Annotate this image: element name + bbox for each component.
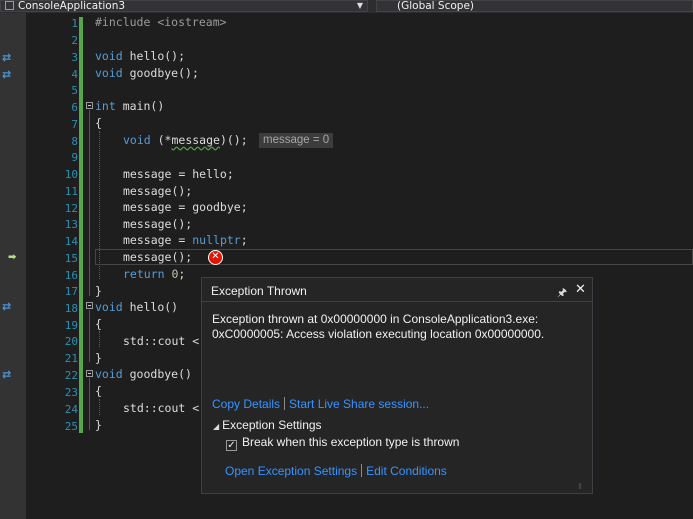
line-number: 16 [64, 269, 78, 282]
line-number: 15 [64, 252, 78, 265]
current-statement-arrow-icon: ➡ [8, 252, 17, 263]
line-number: 2 [71, 34, 78, 47]
inline-value-datatip[interactable]: message = 0 [259, 133, 334, 148]
link-separator [361, 464, 363, 477]
popup-actions: Copy Details Start Live Share session... [212, 397, 429, 411]
code-line-13: message(); [123, 217, 193, 231]
step-into-arrows-icon: ⇄ [2, 300, 12, 313]
project-icon [5, 1, 14, 10]
line-number: 4 [71, 68, 78, 81]
copy-details-link[interactable]: Copy Details [212, 397, 280, 411]
line-number: 23 [64, 386, 78, 399]
code-line-11: message(); [123, 184, 193, 198]
line-number: 13 [64, 218, 78, 231]
line-number: 25 [64, 420, 78, 433]
line-number: 5 [71, 84, 78, 97]
glyph-margin[interactable]: ⇄ ⇄ ➡ ⇄ ⇄ [0, 13, 26, 519]
collapse-triangle-icon: ◢ [213, 422, 220, 431]
line-number: 17 [64, 285, 78, 298]
line-number: 9 [71, 151, 78, 164]
code-line-10: message = hello; [123, 167, 234, 181]
edit-conditions-link[interactable]: Edit Conditions [366, 464, 447, 478]
step-into-arrows-icon: ⇄ [2, 51, 12, 64]
code-line-14: message = nullptr; [123, 233, 248, 247]
code-line-12: message = goodbye; [123, 200, 248, 214]
code-line-7: { [95, 116, 102, 130]
line-number: 21 [64, 352, 78, 365]
outline-guide [89, 310, 90, 362]
code-line-8: void (*message)(); [123, 133, 248, 147]
project-dropdown[interactable]: ConsoleApplication3 ▼ [0, 0, 368, 12]
line-number: 1 [71, 17, 78, 30]
code-line-16: return 0; [123, 267, 186, 281]
live-share-link[interactable]: Start Live Share session... [289, 397, 429, 411]
chevron-down-icon: ▼ [356, 1, 363, 10]
line-number: 7 [71, 118, 78, 131]
exception-settings-header[interactable]: ◢ Exception Settings [213, 418, 322, 432]
exception-message: Exception thrown at 0x00000000 in Consol… [212, 312, 545, 341]
code-line-22: void goodbye() [95, 367, 192, 381]
line-number: 24 [64, 403, 78, 416]
change-tracking-bar [79, 17, 83, 433]
break-when-thrown-row: ✓ Break when this exception type is throw… [226, 435, 460, 451]
outline-guide [89, 110, 90, 296]
collapse-goodbye-icon[interactable] [86, 370, 93, 377]
settings-actions: Open Exception Settings Edit Conditions [225, 464, 447, 478]
line-number: 8 [71, 135, 78, 148]
exception-thrown-popup: Exception Thrown 🖈 ✕ Exception thrown at… [201, 277, 593, 494]
popup-divider [202, 301, 592, 302]
code-line-6: int main() [95, 99, 165, 113]
popup-title: Exception Thrown [211, 284, 307, 298]
line-number: 12 [64, 202, 78, 215]
step-into-arrows-icon: ⇄ [2, 368, 12, 381]
navigation-bar: ConsoleApplication3 ▼ (Global Scope) [0, 0, 693, 13]
line-number: 11 [64, 185, 78, 198]
line-number: 6 [71, 101, 78, 114]
outline-guide [89, 378, 90, 430]
line-number: 10 [64, 168, 78, 181]
code-line-25: } [95, 418, 102, 432]
open-exception-settings-link[interactable]: Open Exception Settings [225, 464, 357, 478]
code-line-20: std::cout < [123, 334, 200, 348]
indent-guide [99, 399, 100, 415]
code-line-18: void hello() [95, 300, 179, 314]
error-icon[interactable]: ✕ [208, 250, 223, 265]
line-number: 22 [64, 369, 78, 382]
step-into-arrows-icon: ⇄ [2, 68, 12, 81]
code-line-1: #include <iostream> [95, 15, 227, 29]
line-number: 3 [71, 51, 78, 64]
code-line-24: std::cout < [123, 401, 200, 415]
collapse-hello-icon[interactable] [86, 302, 93, 309]
collapse-main-icon[interactable] [86, 102, 93, 109]
code-line-15: message(); [123, 250, 193, 264]
code-line-23: { [95, 384, 102, 398]
link-separator [284, 397, 286, 410]
code-line-3: void hello(); [95, 49, 186, 63]
code-line-4: void goodbye(); [95, 66, 199, 80]
code-line-19: { [95, 317, 102, 331]
close-icon[interactable]: ✕ [575, 282, 586, 297]
line-number: 14 [64, 235, 78, 248]
line-number: 18 [64, 302, 78, 315]
indent-guide [99, 331, 100, 347]
code-line-17: } [95, 284, 102, 298]
line-number: 19 [64, 319, 78, 332]
scope-dropdown[interactable]: (Global Scope) [376, 0, 693, 12]
code-line-21: } [95, 351, 102, 365]
line-number: 20 [64, 335, 78, 348]
break-when-thrown-checkbox[interactable]: ✓ [226, 440, 237, 451]
resize-grip-icon[interactable]: ⁝⁝ [578, 482, 582, 491]
